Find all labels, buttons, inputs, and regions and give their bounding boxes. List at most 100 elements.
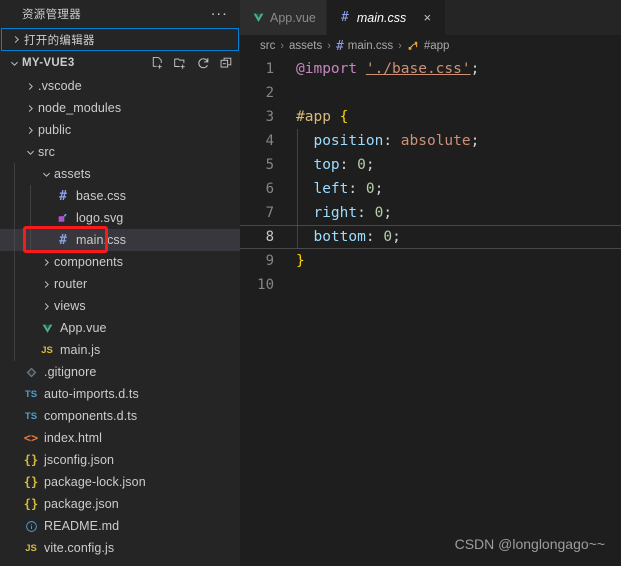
vue-file-icon [38, 322, 56, 335]
new-folder-icon[interactable] [172, 55, 188, 71]
code-token: 0 [365, 181, 375, 197]
tree-file-row[interactable]: README.md [0, 515, 240, 537]
refresh-icon[interactable] [195, 55, 211, 71]
tab-label: main.css [356, 10, 407, 25]
code-line[interactable]: 9} [240, 249, 621, 273]
tree-folder-row[interactable]: components [0, 251, 240, 273]
open-editors-section[interactable]: 打开的编辑器 [1, 28, 239, 51]
chevron-right-icon [38, 257, 54, 268]
tab-bar-filler [446, 0, 621, 35]
chevron-down-icon [38, 169, 54, 180]
tree-file-row[interactable]: .gitignore [0, 361, 240, 383]
code-token: } [296, 253, 305, 269]
code-line[interactable]: 3 #app { [240, 105, 621, 129]
code-token: left [313, 181, 349, 197]
new-file-icon[interactable] [149, 55, 165, 71]
tree-file-row[interactable]: {} package.json [0, 493, 240, 515]
tree-file-row[interactable]: logo.svg [0, 207, 240, 229]
project-root-row[interactable]: MY-VUE3 [0, 51, 240, 75]
markdown-file-icon [22, 520, 40, 533]
tree-file-row[interactable]: {} package-lock.json [0, 471, 240, 493]
code-line[interactable]: 10 [240, 273, 621, 297]
tree-folder-row[interactable]: public [0, 119, 240, 141]
tree-file-row[interactable]: # base.css [0, 185, 240, 207]
tree-file-row[interactable]: TS auto-imports.d.ts [0, 383, 240, 405]
tree-file-row[interactable]: <> index.html [0, 427, 240, 449]
tree-file-row[interactable]: # main.css [0, 229, 240, 251]
chevron-right-icon [22, 103, 38, 114]
chevron-right-icon [22, 125, 38, 136]
code-token: absolute [400, 133, 471, 149]
tree-item-label: components.d.ts [44, 409, 138, 423]
code-line[interactable]: 2 [240, 81, 621, 105]
tree-item-label: auto-imports.d.ts [44, 387, 139, 401]
explorer-title: 资源管理器 [22, 9, 81, 21]
tree-item-label: router [54, 277, 88, 291]
breadcrumb-item[interactable]: # main.css [336, 39, 393, 54]
tree-item-label: jsconfig.json [44, 453, 115, 467]
editor-area: App.vue # main.css × src › assets › # main.css › #… [240, 0, 621, 566]
breadcrumb-item[interactable]: assets [289, 40, 322, 52]
line-number: 5 [265, 157, 274, 173]
line-number: 10 [257, 277, 274, 293]
tree-item-label: assets [54, 167, 91, 181]
breadcrumb-label: src [260, 40, 276, 52]
code-token: : [383, 133, 393, 149]
tree-item-label: vite.config.js [44, 541, 115, 555]
code-token: : [348, 181, 358, 197]
open-editors-label: 打开的编辑器 [24, 34, 95, 47]
breadcrumb-item[interactable]: #app [407, 40, 449, 53]
code-indent-guide [297, 129, 298, 249]
more-actions-icon[interactable]: ... [211, 3, 228, 21]
code-token: top [313, 157, 340, 173]
chevron-down-icon [22, 147, 38, 158]
code-token: @import [296, 61, 358, 77]
ts-file-icon: TS [24, 388, 38, 400]
explorer-actions [149, 55, 234, 71]
line-number: 8 [265, 229, 274, 245]
code-token: 0 [383, 229, 393, 245]
collapse-all-icon[interactable] [218, 55, 234, 71]
code-text: bottom: 0; [296, 229, 400, 245]
tree-folder-row[interactable]: node_modules [0, 97, 240, 119]
code-text: top: 0; [296, 157, 374, 173]
html-file-icon: <> [23, 431, 39, 445]
tree-file-row[interactable]: JS vite.config.js [0, 537, 240, 559]
line-number: 3 [265, 109, 274, 125]
close-icon[interactable]: × [419, 10, 435, 26]
code-editor[interactable]: 1 @import './base.css'; 2 3 #app {4 position… [240, 57, 621, 566]
tree-folder-row[interactable]: .vscode [0, 75, 240, 97]
tree-item-label: package.json [44, 497, 119, 511]
tree-folder-row[interactable]: assets [0, 163, 240, 185]
code-line[interactable]: 1 @import './base.css'; [240, 57, 621, 81]
code-token[interactable]: './base.css' [366, 61, 471, 77]
line-number: 6 [265, 181, 274, 197]
css-file-icon: # [59, 232, 67, 248]
ts-file-icon: TS [24, 410, 38, 422]
tree-item-label: package-lock.json [44, 475, 146, 489]
code-text: @import './base.css'; [296, 61, 479, 77]
tree-folder-row[interactable]: views [0, 295, 240, 317]
line-number: 7 [265, 205, 274, 221]
editor-tab[interactable]: App.vue [240, 0, 327, 35]
code-token: { [339, 109, 349, 125]
tree-file-row[interactable]: App.vue [0, 317, 240, 339]
tree-item-label: .gitignore [44, 365, 97, 379]
editor-tab[interactable]: # main.css × [326, 0, 447, 35]
breadcrumb-item[interactable]: src [260, 40, 275, 52]
js-file-icon: JS [41, 344, 53, 356]
code-token: #app [296, 109, 331, 125]
tree-file-row[interactable]: TS components.d.ts [0, 405, 240, 427]
tree-folder-row[interactable]: src [0, 141, 240, 163]
chevron-down-icon [6, 58, 22, 69]
tree-item-label: README.md [44, 519, 120, 533]
code-text: right: 0; [296, 205, 392, 221]
breadcrumb-label: main.css [347, 40, 394, 52]
tree-folder-row[interactable]: router [0, 273, 240, 295]
tree-file-row[interactable]: {} jsconfig.json [0, 449, 240, 471]
tree-file-row[interactable]: JS main.js [0, 339, 240, 361]
explorer-title-row: 资源管理器 ... [0, 0, 240, 28]
